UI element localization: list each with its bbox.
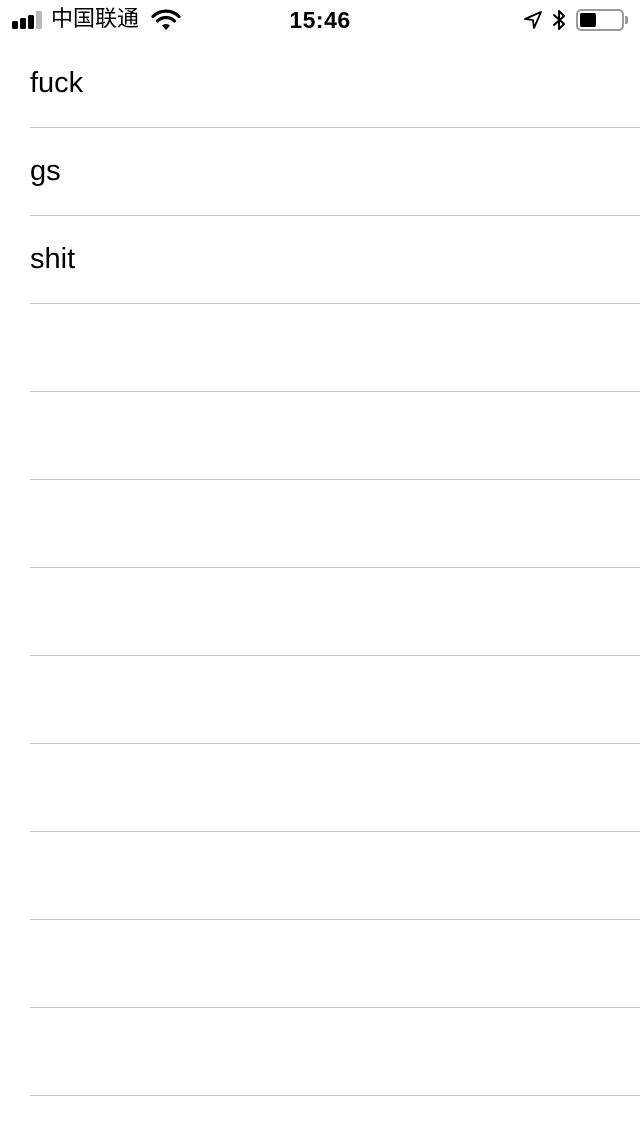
table-row[interactable]	[0, 832, 640, 920]
status-bar: 中国联通 15:46	[0, 0, 640, 40]
table-row[interactable]: gs	[0, 128, 640, 216]
table-row[interactable]	[0, 656, 640, 744]
table-view: fuck gs shit	[0, 40, 640, 1096]
table-row-label: fuck	[30, 67, 84, 99]
table-row[interactable]	[0, 304, 640, 392]
table-row[interactable]	[0, 392, 640, 480]
table-row[interactable]	[0, 920, 640, 1008]
location-arrow-icon	[524, 11, 542, 29]
table-row[interactable]: shit	[0, 216, 640, 304]
battery-icon	[576, 9, 624, 31]
battery-tip	[625, 16, 628, 24]
table-row[interactable]	[0, 744, 640, 832]
table-row[interactable]: fuck	[0, 40, 640, 128]
table-row[interactable]	[0, 568, 640, 656]
table-row[interactable]	[0, 480, 640, 568]
table-row-label: gs	[30, 155, 61, 187]
status-right	[523, 8, 628, 32]
battery-level-fill	[580, 13, 596, 27]
bluetooth-icon	[553, 10, 565, 30]
table-row[interactable]	[0, 1008, 640, 1096]
table-row-label: shit	[30, 243, 76, 275]
